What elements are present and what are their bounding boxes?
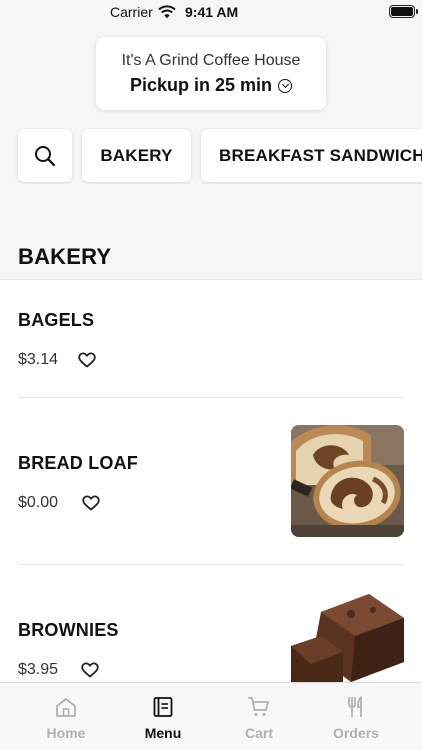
- menu-item-bagels[interactable]: BAGELS $3.14: [0, 280, 422, 398]
- favorite-heart-icon[interactable]: [82, 495, 100, 511]
- store-pickup-selector[interactable]: It's A Grind Coffee House Pickup in 25 m…: [96, 37, 326, 110]
- bread-loaf-image: [291, 425, 404, 537]
- cart-icon: [248, 697, 269, 717]
- item-name: BROWNIES: [18, 620, 119, 640]
- favorite-heart-icon[interactable]: [81, 662, 99, 678]
- menu-item-list[interactable]: BAGELS $3.14 BREAD LOAF $0.00 BROWNIES $…: [0, 280, 422, 682]
- battery-icon: [389, 5, 418, 18]
- chevron-down-circle-icon: [278, 78, 293, 93]
- home-icon: [56, 698, 76, 717]
- tab-home[interactable]: Home: [18, 683, 114, 750]
- brownies-image: [291, 592, 404, 682]
- pickup-time-row: Pickup in 25 min: [96, 75, 326, 96]
- item-name: BREAD LOAF: [18, 453, 138, 473]
- search-button[interactable]: [18, 129, 72, 182]
- favorite-heart-icon[interactable]: [78, 352, 96, 368]
- item-price: $0.00: [18, 494, 59, 511]
- menu-item-brownies[interactable]: BROWNIES $3.95: [0, 565, 422, 682]
- menu-item-bread-loaf[interactable]: BREAD LOAF $0.00: [0, 398, 422, 564]
- status-bar: Carrier 9:41 AM: [0, 0, 422, 24]
- tab-bar: Home Menu Cart Orders: [0, 682, 422, 750]
- category-chip-bakery[interactable]: BAKERY: [82, 129, 191, 182]
- wifi-icon: [158, 5, 176, 19]
- store-name: It's A Grind Coffee House: [121, 52, 301, 69]
- category-chip-breakfast-sandwich[interactable]: BREAKFAST SANDWICH: [201, 129, 422, 182]
- category-chips: BAKERY BREAKFAST SANDWICH: [0, 128, 422, 184]
- tab-orders[interactable]: Orders: [308, 683, 404, 750]
- section-header: BAKERY: [0, 238, 422, 280]
- pickup-time: Pickup in 25 min: [129, 75, 273, 95]
- tab-label: Home: [46, 725, 86, 741]
- status-carrier: Carrier: [110, 4, 153, 20]
- tab-cart[interactable]: Cart: [211, 683, 307, 750]
- item-price: $3.95: [18, 661, 59, 678]
- orders-icon: [348, 696, 362, 717]
- tab-label: Orders: [333, 725, 379, 741]
- section-title: BAKERY: [18, 244, 112, 269]
- search-icon: [35, 145, 56, 166]
- menu-icon: [153, 697, 173, 717]
- tab-menu[interactable]: Menu: [115, 683, 211, 750]
- tab-label: Cart: [244, 725, 273, 741]
- status-time: 9:41 AM: [185, 4, 239, 20]
- item-name: BAGELS: [18, 310, 95, 330]
- item-price: $3.14: [18, 351, 59, 368]
- tab-label: Menu: [144, 725, 182, 741]
